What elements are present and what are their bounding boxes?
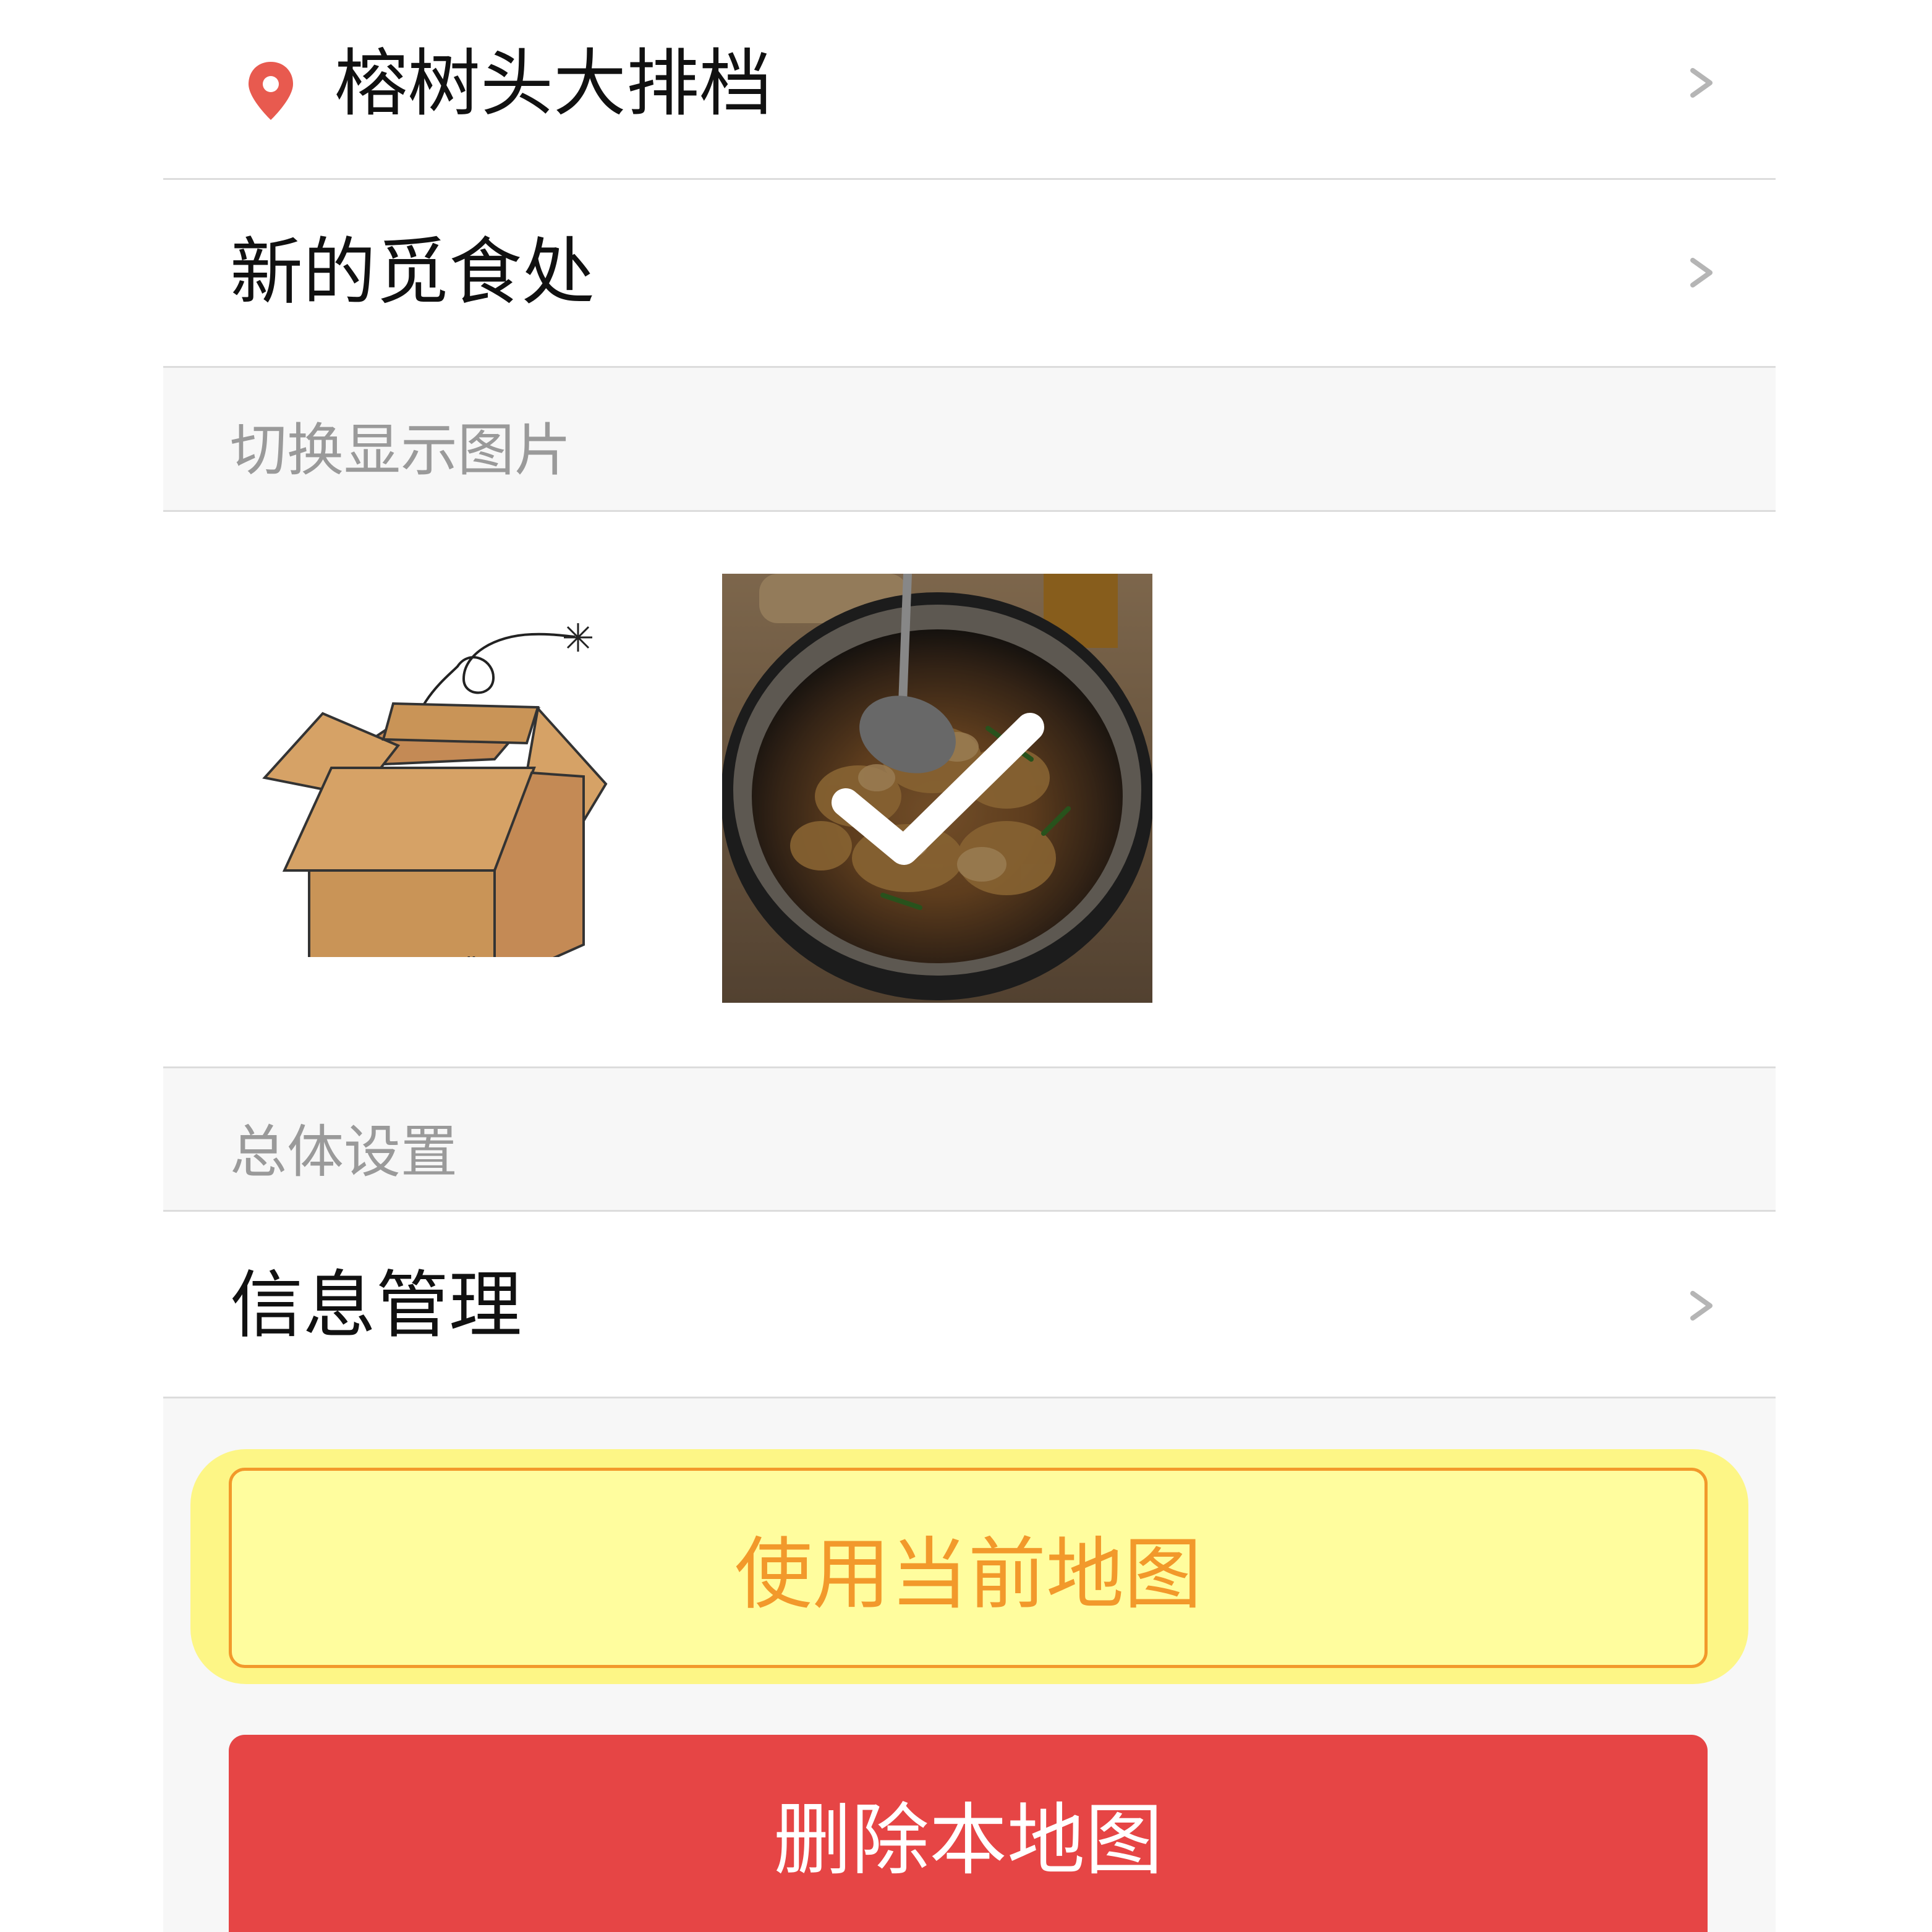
location-name: 榕树头大排档 [334,41,773,126]
use-current-map-button[interactable]: 使用当前地图 [229,1468,1708,1668]
info-manage-label: 信息管理 [230,1262,522,1348]
default-image-option[interactable]: 喵~ [260,611,643,987]
section-header-switch-image: 切换显示图片 [163,368,1776,512]
section-header-general-settings: 总体设置 [163,1068,1776,1212]
chevron-right-icon [1690,68,1713,98]
action-area: 使用当前地图 删除本地图 [163,1398,1776,1932]
info-manage-row[interactable]: 信息管理 [163,1212,1776,1398]
new-spot-label: 新的觅食处 [230,229,595,315]
section-title: 总体设置 [230,1119,458,1185]
delete-map-button[interactable]: 删除本地图 [229,1735,1708,1932]
location-pin-icon [249,62,293,120]
chevron-right-icon [1690,1291,1713,1321]
food-image-option[interactable] [722,574,1152,1003]
section-title: 切换显示图片 [230,417,572,483]
location-row[interactable]: 榕树头大排档 [163,0,1776,180]
box-illustration: 喵~ [262,623,608,987]
new-spot-row[interactable]: 新的觅食处 [163,180,1776,368]
settings-panel: 榕树头大排档 新的觅食处 切换显示图片 总体设置 信息管理 使用当前地图 删除本… [163,0,1776,1932]
image-picker: 喵~ [163,512,1776,1068]
chevron-right-icon [1690,258,1713,287]
box-caption: 喵~ [457,955,496,957]
food-photo [722,574,1152,1003]
